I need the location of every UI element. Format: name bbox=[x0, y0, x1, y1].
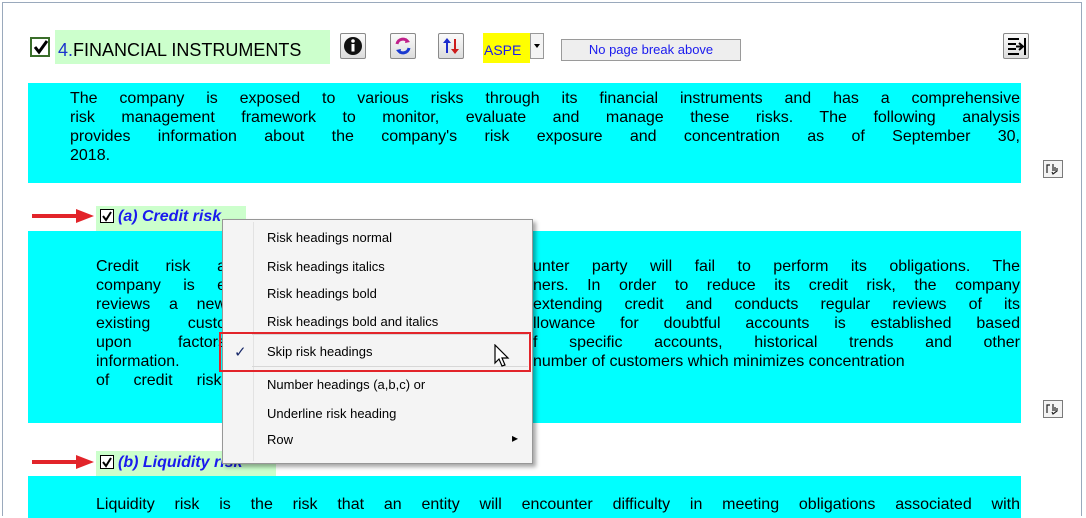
credit-risk-heading[interactable]: (a) Credit risk bbox=[118, 208, 221, 226]
credit-line-left: Credit risk a bbox=[96, 258, 226, 275]
refresh-button[interactable] bbox=[390, 33, 416, 59]
sort-icon bbox=[443, 38, 459, 54]
intro-paragraph[interactable]: The company is exposed to various risks … bbox=[70, 89, 1020, 165]
menu-item[interactable]: Underline risk heading bbox=[223, 402, 532, 426]
paragraph-edit-button[interactable] bbox=[1043, 160, 1063, 178]
credit-line-right: unter party will fail to perform its obl… bbox=[533, 258, 1020, 275]
liquidity-paragraph[interactable]: Liquidity risk is the risk that an entit… bbox=[96, 495, 1020, 514]
menu-item-label: Row bbox=[267, 432, 294, 447]
export-icon bbox=[1008, 38, 1026, 55]
checkmark-icon bbox=[33, 40, 49, 55]
credit-line-left: company is e bbox=[96, 277, 226, 294]
credit-line-left: existing custo bbox=[96, 315, 226, 332]
section-number: 4. bbox=[58, 40, 74, 60]
framework-value: ASPE bbox=[484, 42, 522, 58]
credit-line-right: ners. In order to reduce its credit risk… bbox=[533, 277, 1020, 294]
section-title-text: FINANCIAL INSTRUMENTS bbox=[73, 40, 302, 60]
checkmark-icon bbox=[102, 457, 112, 468]
credit-line-right: extending credit and conducts regular re… bbox=[533, 296, 1020, 313]
menu-item[interactable]: Risk headings italics bbox=[223, 255, 532, 279]
section-title[interactable]: 4.FINANCIAL INSTRUMENTS bbox=[58, 40, 301, 61]
credit-line-right bbox=[533, 371, 1020, 390]
menu-item-label: Risk headings italics bbox=[267, 259, 385, 274]
menu-item[interactable]: Number headings (a,b,c) or bbox=[223, 373, 532, 397]
menu-item-label: Underline risk heading bbox=[267, 406, 397, 421]
credit-paragraph-right[interactable]: unter party will fail to perform its obl… bbox=[533, 257, 1020, 390]
menu-item-label: Risk headings bold bbox=[267, 286, 377, 301]
info-icon bbox=[344, 37, 362, 55]
credit-risk-checkbox[interactable] bbox=[100, 209, 114, 223]
red-arrow-icon bbox=[32, 455, 94, 469]
menu-item-label: Number headings (a,b,c) or bbox=[267, 377, 426, 392]
intro-line: provides information about the company's… bbox=[70, 128, 1020, 145]
menu-item[interactable]: Row ▸ bbox=[223, 428, 532, 452]
sort-button[interactable] bbox=[438, 33, 464, 59]
page-break-toggle[interactable]: No page break above bbox=[561, 39, 741, 61]
intro-line: The company is exposed to various risks … bbox=[70, 90, 1020, 107]
menu-item-label: Risk headings bold and italics bbox=[267, 314, 439, 329]
edit-icon bbox=[1046, 404, 1058, 415]
credit-line-left: information. bbox=[96, 353, 180, 370]
highlight-box bbox=[219, 332, 531, 372]
credit-line-right: number of customers which minimizes conc… bbox=[533, 353, 905, 370]
refresh-icon bbox=[395, 37, 411, 55]
export-button[interactable] bbox=[1003, 33, 1029, 59]
checkmark-icon bbox=[102, 211, 112, 222]
credit-line-right: llowance for doubtful accounts is establ… bbox=[533, 315, 1020, 332]
credit-line-right: f specific accounts, historical trends a… bbox=[533, 334, 1020, 351]
credit-line-left: of credit risk. bbox=[96, 372, 226, 389]
edit-icon bbox=[1046, 164, 1058, 175]
credit-line-left: reviews a new bbox=[96, 296, 226, 313]
liquidity-risk-checkbox[interactable] bbox=[100, 455, 114, 469]
pointer-icon bbox=[494, 344, 510, 367]
info-button[interactable] bbox=[340, 33, 366, 59]
paragraph-edit-button[interactable] bbox=[1043, 400, 1063, 418]
menu-item[interactable]: Risk headings normal bbox=[223, 226, 532, 250]
framework-selector[interactable]: ASPE bbox=[483, 33, 530, 63]
credit-line-left: upon factors bbox=[96, 334, 226, 351]
menu-item[interactable]: Risk headings bold bbox=[223, 282, 532, 306]
framework-dropdown-button[interactable] bbox=[530, 33, 544, 59]
section-include-checkbox[interactable] bbox=[30, 37, 50, 57]
credit-paragraph-left[interactable]: Credit risk a company is e reviews a new ex… bbox=[96, 257, 226, 390]
submenu-arrow-icon: ▸ bbox=[512, 431, 519, 445]
menu-item[interactable]: Risk headings bold and italics bbox=[223, 310, 532, 334]
intro-line: 2018. bbox=[70, 147, 111, 164]
menu-item-label: Risk headings normal bbox=[267, 230, 393, 245]
red-arrow-icon bbox=[32, 209, 94, 223]
chevron-down-icon bbox=[534, 44, 540, 48]
intro-line: risk management framework to monitor, ev… bbox=[70, 109, 1020, 126]
